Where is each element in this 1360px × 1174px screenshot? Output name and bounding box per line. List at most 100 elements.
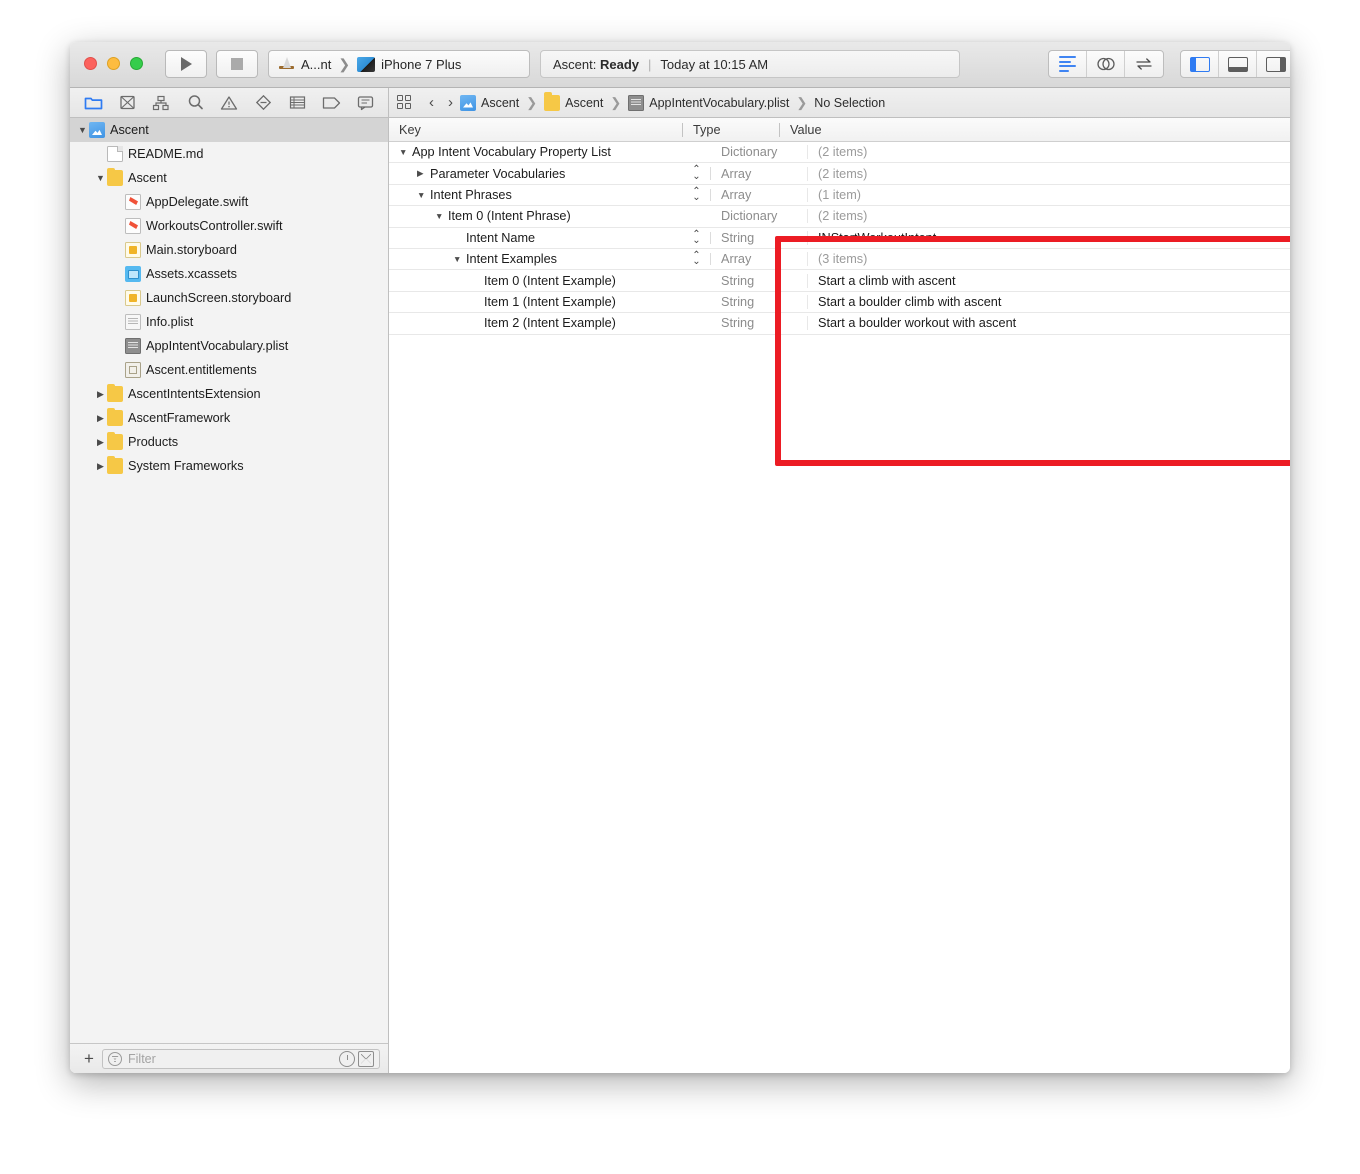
assistant-editor-button[interactable] bbox=[1087, 51, 1125, 77]
plist-type-cell[interactable]: Dictionary bbox=[711, 145, 808, 159]
plist-key-cell[interactable]: ·Item 2 (Intent Example) bbox=[389, 316, 683, 330]
plist-row[interactable]: ▼Intent Examples⌃⌄Array(3 items) bbox=[389, 249, 1290, 270]
source-control-navigator-tab[interactable] bbox=[115, 93, 139, 113]
file-tree-item[interactable]: ▼Ascent bbox=[70, 166, 388, 190]
file-tree-item[interactable]: ·Info.plist bbox=[70, 310, 388, 334]
navigate-back-button[interactable]: ‹ bbox=[422, 94, 441, 111]
plist-row[interactable]: ▶Parameter Vocabularies⌃⌄Array(2 items) bbox=[389, 163, 1290, 184]
issue-navigator-tab[interactable] bbox=[217, 93, 241, 113]
file-tree-item[interactable]: ·README.md bbox=[70, 142, 388, 166]
disclosure-triangle-icon[interactable]: ▼ bbox=[417, 191, 426, 200]
plist-key-cell[interactable]: ▼App Intent Vocabulary Property List bbox=[389, 145, 683, 159]
plist-type-cell[interactable]: Array bbox=[711, 188, 808, 202]
plist-row[interactable]: ▼App Intent Vocabulary Property List Dict… bbox=[389, 142, 1290, 163]
plist-value-cell[interactable]: Start a boulder workout with ascent bbox=[808, 316, 1290, 330]
plist-type-cell[interactable]: String bbox=[711, 295, 808, 309]
plist-row[interactable]: ·Item 0 (Intent Example) StringStart a cl… bbox=[389, 270, 1290, 291]
plist-value-cell[interactable]: (2 items) bbox=[808, 145, 1290, 159]
disclosure-triangle-icon[interactable]: ▶ bbox=[94, 462, 107, 471]
file-tree-item[interactable]: ▶Products bbox=[70, 430, 388, 454]
plist-row[interactable]: ·Item 2 (Intent Example) StringStart a bo… bbox=[389, 313, 1290, 334]
plist-stepper[interactable]: ⌃⌄ bbox=[683, 253, 711, 265]
plist-type-cell[interactable]: String bbox=[711, 274, 808, 288]
toggle-utilities-button[interactable] bbox=[1257, 51, 1290, 77]
maximize-button[interactable] bbox=[130, 57, 143, 70]
breakpoint-navigator-tab[interactable] bbox=[319, 93, 343, 113]
breadcrumb-project[interactable]: Ascent bbox=[460, 95, 519, 111]
file-tree-item[interactable]: ▶AscentIntentsExtension bbox=[70, 382, 388, 406]
run-button[interactable] bbox=[165, 50, 207, 78]
breadcrumb-file[interactable]: AppIntentVocabulary.plist bbox=[628, 95, 789, 111]
plist-row[interactable]: ·Item 1 (Intent Example) StringStart a bo… bbox=[389, 292, 1290, 313]
plist-stepper[interactable]: ⌃⌄ bbox=[683, 167, 711, 179]
plist-type-cell[interactable]: String bbox=[711, 231, 808, 245]
add-button[interactable]: + bbox=[78, 1050, 100, 1067]
plist-key-cell[interactable]: ·Intent Name bbox=[389, 231, 683, 245]
file-tree-item[interactable]: ▶System Frameworks bbox=[70, 454, 388, 478]
plist-row[interactable]: ▼Item 0 (Intent Phrase) Dictionary(2 item… bbox=[389, 206, 1290, 227]
plist-key-cell[interactable]: ▶Parameter Vocabularies bbox=[389, 167, 683, 181]
version-editor-button[interactable] bbox=[1125, 51, 1163, 77]
file-tree-item[interactable]: ·Main.storyboard bbox=[70, 238, 388, 262]
filter-input[interactable]: Filter bbox=[102, 1049, 380, 1069]
disclosure-triangle-icon[interactable]: ▼ bbox=[94, 174, 107, 183]
file-tree-item[interactable]: ·Ascent.entitlements bbox=[70, 358, 388, 382]
file-tree-item[interactable]: ·WorkoutsController.swift bbox=[70, 214, 388, 238]
toggle-debug-button[interactable] bbox=[1219, 51, 1257, 77]
disclosure-triangle-icon[interactable]: ▼ bbox=[76, 126, 89, 135]
disclosure-triangle-icon[interactable]: ▼ bbox=[399, 148, 408, 157]
file-tree-item[interactable]: ·LaunchScreen.storyboard bbox=[70, 286, 388, 310]
plist-value-cell[interactable]: (2 items) bbox=[808, 167, 1290, 181]
breadcrumb-group[interactable]: Ascent bbox=[544, 95, 603, 111]
plist-key-cell[interactable]: ·Item 1 (Intent Example) bbox=[389, 295, 683, 309]
close-button[interactable] bbox=[84, 57, 97, 70]
disclosure-triangle-icon[interactable]: ▼ bbox=[435, 212, 444, 221]
disclosure-triangle-icon[interactable]: ▶ bbox=[94, 414, 107, 423]
find-navigator-tab[interactable] bbox=[183, 93, 207, 113]
plist-value-cell[interactable]: Start a climb with ascent bbox=[808, 274, 1290, 288]
column-header-key[interactable]: Key bbox=[389, 123, 683, 137]
related-items-icon[interactable] bbox=[397, 95, 413, 111]
plist-type-cell[interactable]: Array bbox=[711, 167, 808, 181]
plist-type-cell[interactable]: Dictionary bbox=[711, 209, 808, 223]
scheme-destination-control[interactable]: A...nt ❯ iPhone 7 Plus bbox=[268, 50, 530, 78]
plist-stepper[interactable]: ⌃⌄ bbox=[683, 232, 711, 244]
plist-value-cell[interactable]: (3 items) bbox=[808, 252, 1290, 266]
file-tree-item[interactable]: ·AppIntentVocabulary.plist bbox=[70, 334, 388, 358]
project-navigator-tab[interactable] bbox=[81, 93, 105, 113]
file-tree-item[interactable]: ▼Ascent bbox=[70, 118, 388, 142]
plist-type-cell[interactable]: String bbox=[711, 316, 808, 330]
debug-navigator-tab[interactable] bbox=[285, 93, 309, 113]
disclosure-triangle-icon[interactable]: ▶ bbox=[94, 438, 107, 447]
file-tree-item[interactable]: ·AppDelegate.swift bbox=[70, 190, 388, 214]
plist-row[interactable]: ·Intent Name⌃⌄StringINStartWorkoutIntent bbox=[389, 228, 1290, 249]
breadcrumb-selection[interactable]: No Selection bbox=[814, 96, 885, 110]
test-navigator-tab[interactable] bbox=[251, 93, 275, 113]
file-tree-item[interactable]: ▶AscentFramework bbox=[70, 406, 388, 430]
column-header-type[interactable]: Type bbox=[683, 123, 780, 137]
symbol-navigator-tab[interactable] bbox=[149, 93, 173, 113]
column-header-value[interactable]: Value bbox=[780, 123, 1290, 137]
minimize-button[interactable] bbox=[107, 57, 120, 70]
plist-type-cell[interactable]: Array bbox=[711, 252, 808, 266]
plist-value-cell[interactable]: INStartWorkoutIntent bbox=[808, 231, 1290, 245]
stop-button[interactable] bbox=[216, 50, 258, 78]
plist-key-cell[interactable]: ·Item 0 (Intent Example) bbox=[389, 274, 683, 288]
plist-value-cell[interactable]: (2 items) bbox=[808, 209, 1290, 223]
report-navigator-tab[interactable] bbox=[353, 93, 377, 113]
navigate-forward-button[interactable]: › bbox=[441, 94, 460, 111]
plist-key-cell[interactable]: ▼Intent Examples bbox=[389, 252, 683, 266]
disclosure-triangle-icon[interactable]: ▶ bbox=[417, 169, 426, 178]
toggle-navigator-button[interactable] bbox=[1181, 51, 1219, 77]
disclosure-triangle-icon[interactable]: ▶ bbox=[94, 390, 107, 399]
plist-key-cell[interactable]: ▼Item 0 (Intent Phrase) bbox=[389, 209, 683, 223]
disclosure-triangle-icon[interactable]: ▼ bbox=[453, 255, 462, 264]
file-tree-item[interactable]: ·Assets.xcassets bbox=[70, 262, 388, 286]
plist-value-cell[interactable]: Start a boulder climb with ascent bbox=[808, 295, 1290, 309]
source-control-icon[interactable] bbox=[358, 1051, 374, 1067]
plist-row[interactable]: ▼Intent Phrases⌃⌄Array(1 item) bbox=[389, 185, 1290, 206]
clock-icon[interactable] bbox=[339, 1051, 355, 1067]
plist-key-cell[interactable]: ▼Intent Phrases bbox=[389, 188, 683, 202]
plist-value-cell[interactable]: (1 item) bbox=[808, 188, 1290, 202]
plist-stepper[interactable]: ⌃⌄ bbox=[683, 189, 711, 201]
